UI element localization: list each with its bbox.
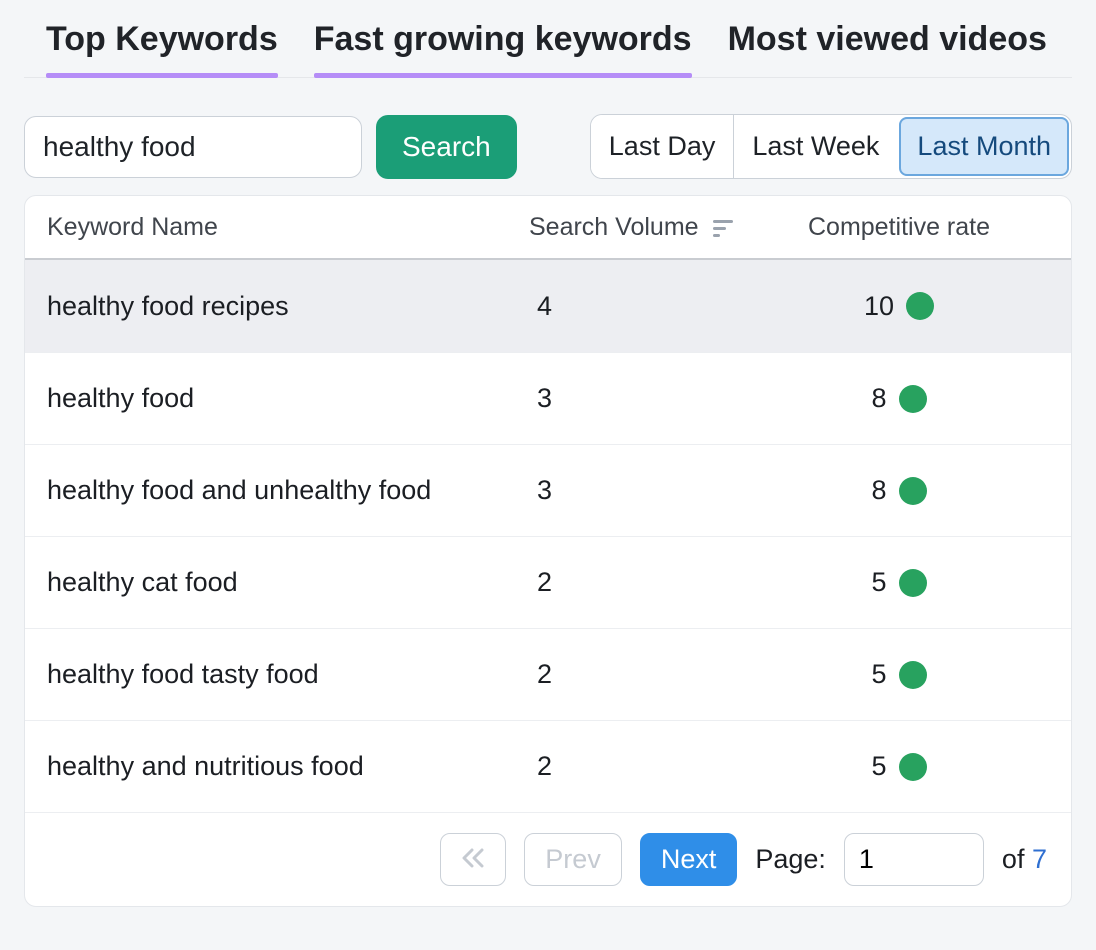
tabs-bar: Top Keywords Fast growing keywords Most vi… bbox=[24, 20, 1072, 78]
col-search-volume[interactable]: Search Volume bbox=[529, 213, 749, 242]
table-row[interactable]: healthy food tasty food2 5 bbox=[25, 628, 1071, 720]
pagination: Prev Next Page: of 7 bbox=[25, 812, 1071, 906]
page-label: Page: bbox=[755, 844, 826, 875]
search-button[interactable]: Search bbox=[376, 115, 517, 179]
search-volume-cell: 3 bbox=[529, 383, 749, 414]
chevrons-left-icon bbox=[461, 848, 485, 868]
competitive-rate-value: 5 bbox=[871, 659, 886, 690]
total-pages: 7 bbox=[1032, 844, 1047, 874]
competitive-rate-cell: 10 bbox=[749, 291, 1049, 322]
table-row[interactable]: healthy food recipes4 10 bbox=[25, 260, 1071, 352]
status-dot-icon bbox=[899, 477, 927, 505]
keyword-cell: healthy food tasty food bbox=[47, 659, 529, 690]
period-group: Last DayLast WeekLast Month bbox=[590, 114, 1072, 179]
keyword-cell: healthy food bbox=[47, 383, 529, 414]
competitive-rate-cell: 5 bbox=[749, 567, 1049, 598]
search-volume-cell: 2 bbox=[529, 659, 749, 690]
competitive-rate-cell: 8 bbox=[749, 475, 1049, 506]
search-volume-cell: 4 bbox=[529, 291, 749, 322]
col-keyword[interactable]: Keyword Name bbox=[47, 213, 529, 242]
table-row[interactable]: healthy food and unhealthy food3 8 bbox=[25, 444, 1071, 536]
search-volume-cell: 2 bbox=[529, 751, 749, 782]
controls-row: Search Last DayLast WeekLast Month bbox=[24, 114, 1072, 179]
competitive-rate-value: 5 bbox=[871, 567, 886, 598]
competitive-rate-value: 5 bbox=[871, 751, 886, 782]
table-row[interactable]: healthy food3 8 bbox=[25, 352, 1071, 444]
period-btn-0[interactable]: Last Day bbox=[591, 115, 734, 178]
status-dot-icon bbox=[899, 753, 927, 781]
competitive-rate-cell: 5 bbox=[749, 659, 1049, 690]
first-page-button[interactable] bbox=[440, 833, 506, 886]
status-dot-icon bbox=[899, 385, 927, 413]
period-btn-1[interactable]: Last Week bbox=[733, 115, 897, 178]
search-volume-cell: 3 bbox=[529, 475, 749, 506]
competitive-rate-value: 10 bbox=[864, 291, 894, 322]
sort-icon bbox=[706, 213, 734, 241]
tab-1[interactable]: Fast growing keywords bbox=[314, 20, 692, 77]
keyword-cell: healthy food and unhealthy food bbox=[47, 475, 529, 506]
search-volume-cell: 2 bbox=[529, 567, 749, 598]
competitive-rate-cell: 5 bbox=[749, 751, 1049, 782]
results-card: Keyword Name Search Volume Competitive r… bbox=[24, 195, 1072, 907]
competitive-rate-value: 8 bbox=[871, 475, 886, 506]
table-header: Keyword Name Search Volume Competitive r… bbox=[25, 196, 1071, 260]
next-button[interactable]: Next bbox=[640, 833, 738, 886]
status-dot-icon bbox=[899, 661, 927, 689]
status-dot-icon bbox=[906, 292, 934, 320]
page-input[interactable] bbox=[844, 833, 984, 886]
prev-button[interactable]: Prev bbox=[524, 833, 622, 886]
competitive-rate-value: 8 bbox=[871, 383, 886, 414]
of-label: of 7 bbox=[1002, 844, 1047, 875]
table-row[interactable]: healthy and nutritious food2 5 bbox=[25, 720, 1071, 812]
period-btn-2[interactable]: Last Month bbox=[899, 117, 1069, 176]
keyword-cell: healthy cat food bbox=[47, 567, 529, 598]
table-row[interactable]: healthy cat food2 5 bbox=[25, 536, 1071, 628]
tab-2[interactable]: Most viewed videos bbox=[728, 20, 1047, 77]
keyword-cell: healthy food recipes bbox=[47, 291, 529, 322]
competitive-rate-cell: 8 bbox=[749, 383, 1049, 414]
keyword-cell: healthy and nutritious food bbox=[47, 751, 529, 782]
status-dot-icon bbox=[899, 569, 927, 597]
search-input[interactable] bbox=[24, 116, 362, 178]
col-search-volume-label: Search Volume bbox=[529, 213, 699, 241]
col-competitive-rate[interactable]: Competitive rate bbox=[749, 213, 1049, 242]
table-body: healthy food recipes410healthy food38hea… bbox=[25, 260, 1071, 812]
tab-0[interactable]: Top Keywords bbox=[46, 20, 278, 77]
